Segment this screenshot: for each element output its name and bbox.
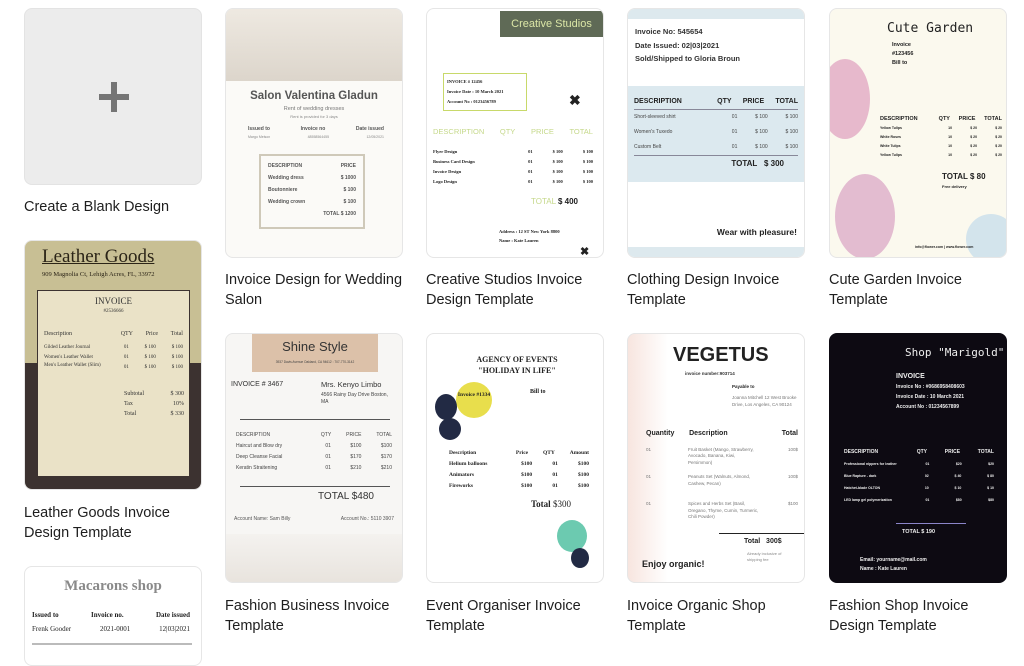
thumb-footer: Account Name: Sam Billy Account No.: 5110…	[234, 516, 394, 522]
thumb-total: TOTAL $480	[318, 491, 374, 502]
template-label[interactable]: Leather Goods Invoice Design Template	[24, 503, 209, 543]
thumb-total: Total $300	[531, 499, 571, 509]
thumb-info: INVOICE # 12456 Invoice Date : 10 March 2…	[443, 73, 527, 111]
balloon-icon	[435, 394, 457, 420]
thumbnail-photo	[226, 9, 402, 81]
thumb-title: VEGETUS	[673, 344, 769, 366]
close-icon: ✖	[580, 246, 590, 258]
thumb-items: DESCRIPTION QTY PRICE TOTAL Haircut and Blo…	[236, 432, 392, 471]
thumb-badge: Invoice #1334	[456, 382, 492, 418]
thumb-client: Mrs. Kenyo Limbo	[321, 380, 382, 389]
thumb-footer: Enjoy organic!	[642, 559, 705, 569]
thumb-items: Flyer Design 01 $ 100 $ 100 Business Card D…	[433, 149, 593, 184]
thumb-heads: Issued to Invoice no Date issued	[248, 126, 384, 132]
thumb-vals: Margo Melson 48558564455 12/05/2021	[248, 135, 384, 139]
template-label[interactable]: Fashion Business Invoice Template	[225, 596, 410, 636]
thumb-title: Leather Goods	[42, 246, 155, 267]
thumb-payable: Payable to	[732, 384, 755, 389]
thumb-number: invoice number:903714	[685, 371, 735, 376]
thumb-items: Description Price QTY Amount Helium balloon…	[449, 450, 589, 489]
template-label[interactable]: Fashion Shop Invoice Design Template	[829, 596, 1014, 636]
template-label[interactable]: Invoice Organic Shop Template	[627, 596, 812, 636]
thumb-footer: Email: yourname@mail.com Name : Kate Laur…	[860, 557, 927, 572]
template-label[interactable]: Creative Studios Invoice Design Template	[426, 270, 611, 310]
thumb-title: AGENCY OF EVENTS "HOLIDAY IN LIFE"	[476, 355, 558, 375]
balloon-icon	[557, 520, 587, 552]
thumb-footer: Wear with pleasure!	[716, 227, 797, 237]
template-card-cute-garden[interactable]: Cute Garden Invoice #123456 Bill to DESCRI…	[829, 8, 1007, 258]
thumb-note: Rent is provided for 3 days	[290, 114, 338, 119]
thumb-address: 909 Magnolia Ct, Lehigh Acres, FL, 33972	[42, 271, 155, 278]
decor-blob	[830, 59, 870, 139]
close-icon: ✖	[569, 92, 581, 108]
thumb-header: Shine Style 3937 Davis Avenue Oakland, C…	[252, 334, 378, 372]
thumb-total: TOTAL $ 400	[531, 197, 579, 206]
thumb-title: Cute Garden	[887, 21, 974, 36]
decor-blob	[966, 214, 1006, 257]
thumb-invoice: INVOICE # 3467	[231, 381, 284, 388]
thumb-total: TOTAL $ 190	[902, 529, 936, 535]
template-label[interactable]: Clothing Design Invoice Template	[627, 270, 812, 310]
thumb-title: Salon Valentina Gladun	[250, 90, 378, 102]
thumb-items: DESCRIPTION QTY PRICE TOTAL Professional ni…	[844, 449, 994, 502]
plus-icon	[99, 82, 129, 112]
decor-blob	[835, 174, 895, 257]
thumb-footer: info@flower.com | www.flower.com	[915, 245, 974, 249]
thumb-total: Total 300$	[744, 538, 782, 545]
template-card-wedding-salon[interactable]: Salon Valentina Gladun Rent of wedding d…	[225, 8, 403, 258]
template-card-macarons[interactable]: Macarons shop Issued to Invoice no. Date i…	[24, 566, 202, 666]
thumb-items: Quantity Description Total 01 Fruit Basket …	[646, 430, 798, 519]
template-card-shine-style[interactable]: Shine Style 3937 Davis Avenue Oakland, C…	[225, 333, 403, 583]
template-label[interactable]: Cute Garden Invoice Template	[829, 270, 1014, 310]
thumb-title: Macarons shop	[64, 578, 162, 594]
thumb-table: DESCRIPTION PRICE Wedding dress $ 1000 Bou…	[259, 154, 365, 229]
template-card-clothing[interactable]: Invoice No: 545654 Date Issued: 02|03|202…	[627, 8, 805, 258]
thumb-title: Shop "Marigold"	[905, 346, 1005, 359]
thumb-photo	[226, 534, 402, 582]
thumb-payable-addr: Joanna Mitchell 12 West Brooke Drive, Lo…	[732, 395, 797, 407]
thumb-heads: Issued to Invoice no. Date issued	[32, 611, 190, 619]
thumb-info: INVOICE Invoice No : #0686958408603 Invoic…	[896, 373, 965, 410]
balloon-icon	[571, 548, 589, 568]
thumb-info: Invoice No: 545654 Date Issued: 02|03|202…	[635, 27, 740, 63]
thumb-vals: Frenk Gooder 2021-0001 12|03|2021	[32, 625, 190, 633]
template-card-marigold[interactable]: Shop "Marigold" INVOICE Invoice No : #068…	[829, 333, 1007, 583]
thumb-total: TOTAL $ 80	[942, 172, 986, 181]
thumb-note: Free delivery	[942, 184, 967, 189]
thumb-title: Creative Studios	[500, 11, 603, 37]
thumb-items: DESCRIPTION QTY PRICE TOTAL Yellow Tulips 10…	[880, 116, 1002, 157]
thumb-client-addr: 4566 Rainy Day Drive Boston, MA	[321, 392, 388, 405]
template-card-creative-studios[interactable]: Creative Studios INVOICE # 12456 Invoice …	[426, 8, 604, 258]
thumb-cols: DESCRIPTION QTY PRICE TOTAL	[433, 127, 593, 136]
template-card-event-organiser[interactable]: AGENCY OF EVENTS "HOLIDAY IN LIFE" Invoi…	[426, 333, 604, 583]
thumb-info: Invoice #123456 Bill to	[892, 42, 914, 66]
create-blank-design-card[interactable]	[24, 8, 202, 185]
template-card-leather-goods[interactable]: Leather Goods 909 Magnolia Ct, Lehigh Ac…	[24, 240, 202, 490]
thumb-footer: Address : 12 ST New York 8800 Name : Kate…	[499, 229, 560, 243]
thumb-sheet: INVOICE #2536666 Description QTY Price Tota…	[37, 290, 190, 477]
template-card-vegetus[interactable]: VEGETUS invoice number:903714 Payable to…	[627, 333, 805, 583]
template-label[interactable]: Event Organiser Invoice Template	[426, 596, 611, 636]
thumb-bill: Bill to	[530, 389, 546, 395]
thumb-note: Already inclusive of shipping fee	[747, 551, 782, 562]
template-label[interactable]: Invoice Design for Wedding Salon	[225, 270, 410, 310]
thumb-table: DESCRIPTION QTY PRICE TOTAL Short-sleeved s…	[628, 86, 804, 182]
thumb-subtitle: Rent of wedding dresses	[283, 106, 345, 112]
balloon-icon	[439, 418, 461, 440]
create-blank-design-label[interactable]: Create a Blank Design	[24, 197, 209, 217]
